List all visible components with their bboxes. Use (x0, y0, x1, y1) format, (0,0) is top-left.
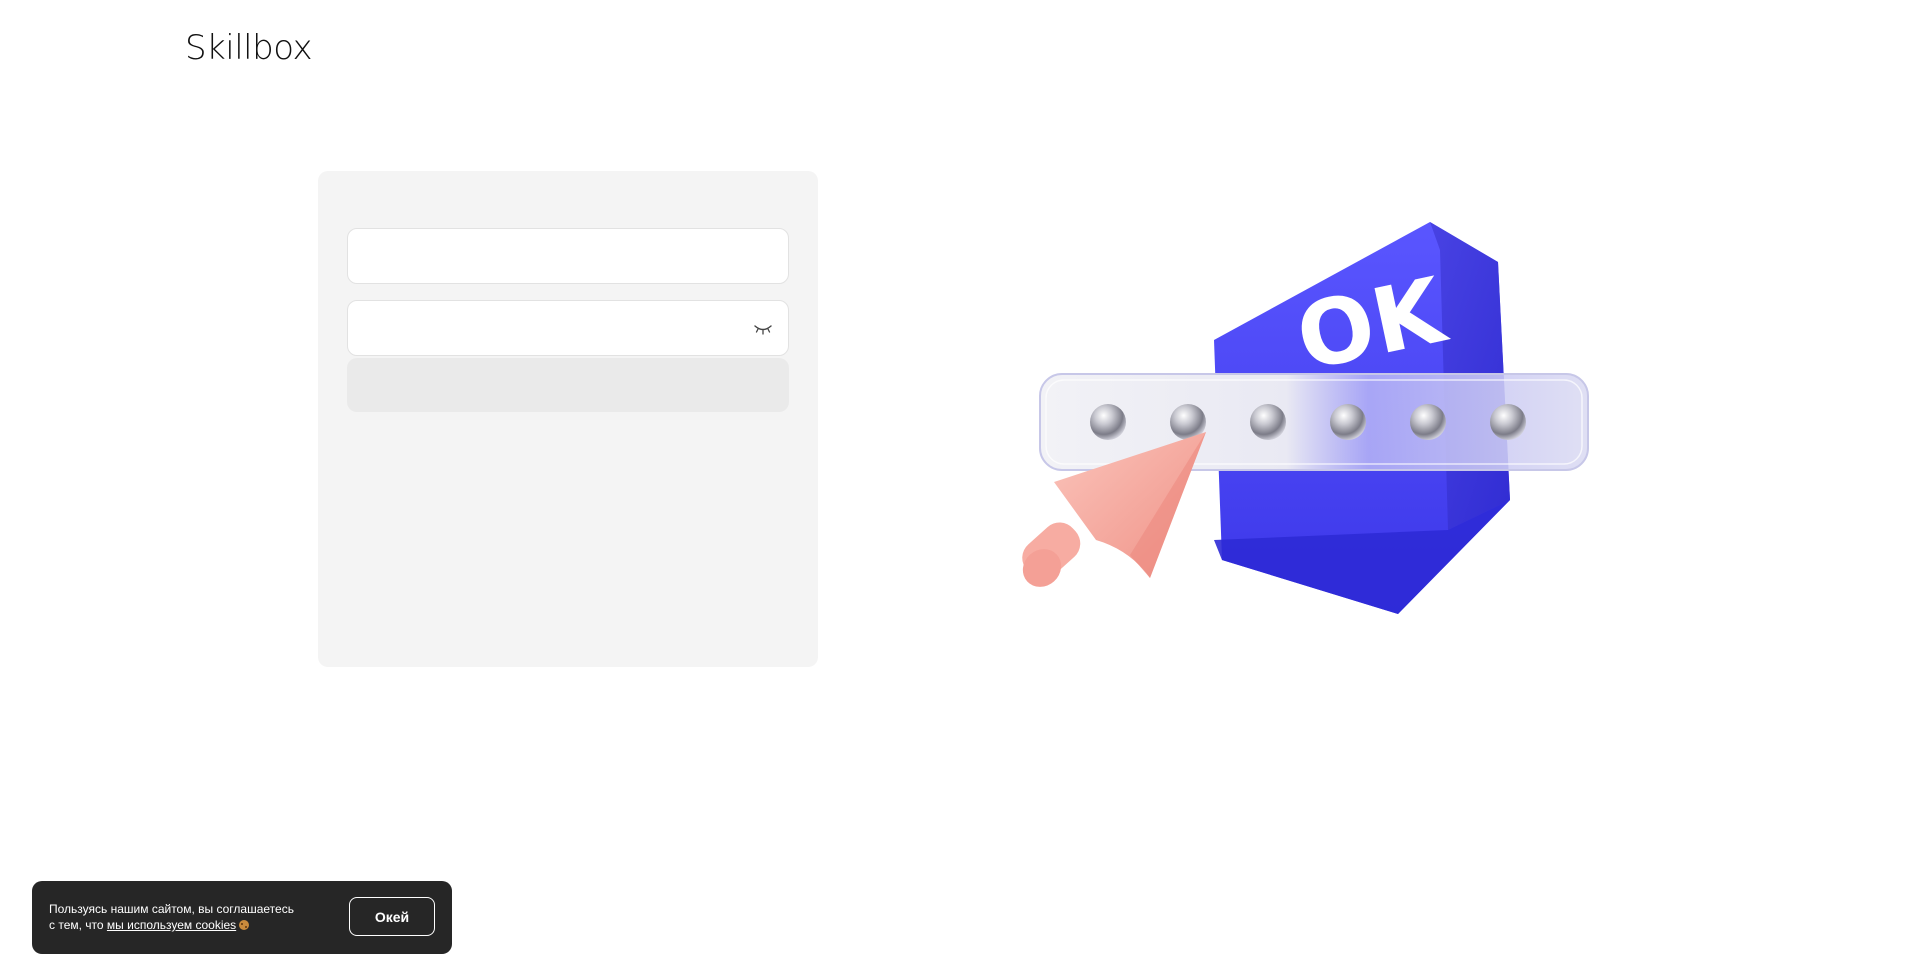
password-bead-1 (1090, 404, 1126, 440)
cookie-policy-link[interactable]: мы используем cookies (107, 918, 236, 932)
password-field[interactable] (347, 300, 789, 356)
eye-closed-icon[interactable] (752, 318, 774, 338)
glass-password-field (1039, 373, 1589, 471)
password-bead-3 (1250, 404, 1286, 440)
cookie-ok-button[interactable]: Окей (349, 897, 435, 936)
login-input[interactable] (348, 229, 788, 283)
login-card (318, 171, 818, 667)
password-bead-4 (1330, 404, 1366, 440)
password-input[interactable] (348, 301, 788, 355)
login-field[interactable] (347, 228, 789, 284)
cookie-banner: Пользуясь нашим сайтом, вы соглашаетесь … (32, 881, 452, 954)
security-illustration: OK (1022, 222, 1589, 614)
cookie-text-line-2-prefix: с тем, что (49, 918, 107, 932)
cookie-icon (239, 920, 250, 930)
login-submit-button[interactable] (347, 358, 789, 412)
password-bead-6 (1490, 404, 1526, 440)
cookie-text-line-1: Пользуясь нашим сайтом, вы соглашаетесь (49, 902, 294, 916)
password-bead-5 (1410, 404, 1446, 440)
login-page: Skillbox OK Пользуясь нашим сайтом, вы с… (0, 0, 1920, 979)
cookie-banner-text: Пользуясь нашим сайтом, вы соглашаетесь … (49, 901, 319, 933)
skillbox-logo[interactable]: Skillbox (185, 28, 313, 68)
